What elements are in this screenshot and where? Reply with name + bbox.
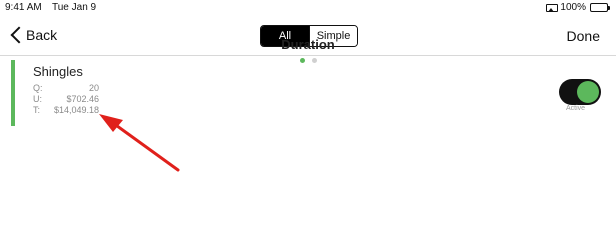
stat-total-label: T: [33,105,41,115]
page-dot-2[interactable] [311,58,317,63]
status-date: Tue Jan 9 [52,2,97,13]
status-bar: 9:41 AM Tue Jan 9 100% [0,0,616,16]
toggle-knob [577,81,599,103]
item-stats: Q: 20 U: $702.46 T: $14,049.18 [33,83,99,116]
list-item[interactable]: Shingles Q: 20 U: $702.46 T: $14,049.18 [0,57,616,127]
back-label: Back [26,27,58,43]
toggle-label: Active [566,105,586,112]
stat-unit-value: $702.46 [66,94,99,104]
stat-total: T: $14,049.18 [33,105,99,116]
airplay-icon [546,3,559,12]
page-indicator[interactable] [258,58,358,63]
stat-unit-label: U: [33,94,42,104]
item-title: Shingles [33,64,83,79]
stat-quantity-value: 20 [88,83,99,93]
stat-quantity-label: Q: [33,83,43,93]
duration-panel[interactable]: Duration [258,37,358,63]
battery-percent: 100% [560,2,586,13]
accent-bar [11,60,15,126]
status-indicators: 100% [546,2,610,13]
back-chevron-icon [10,27,20,43]
done-button[interactable]: Done [567,28,600,44]
page-dot-1[interactable] [299,58,305,63]
duration-title: Duration [281,37,335,52]
status-time: 9:41 AM [5,2,42,13]
stat-unit: U: $702.46 [33,94,99,105]
battery-icon [590,3,610,12]
stat-total-value: $14,049.18 [53,105,99,115]
stat-quantity: Q: 20 [33,83,99,94]
back-button[interactable]: Back [10,27,57,43]
active-toggle[interactable] [559,79,601,105]
